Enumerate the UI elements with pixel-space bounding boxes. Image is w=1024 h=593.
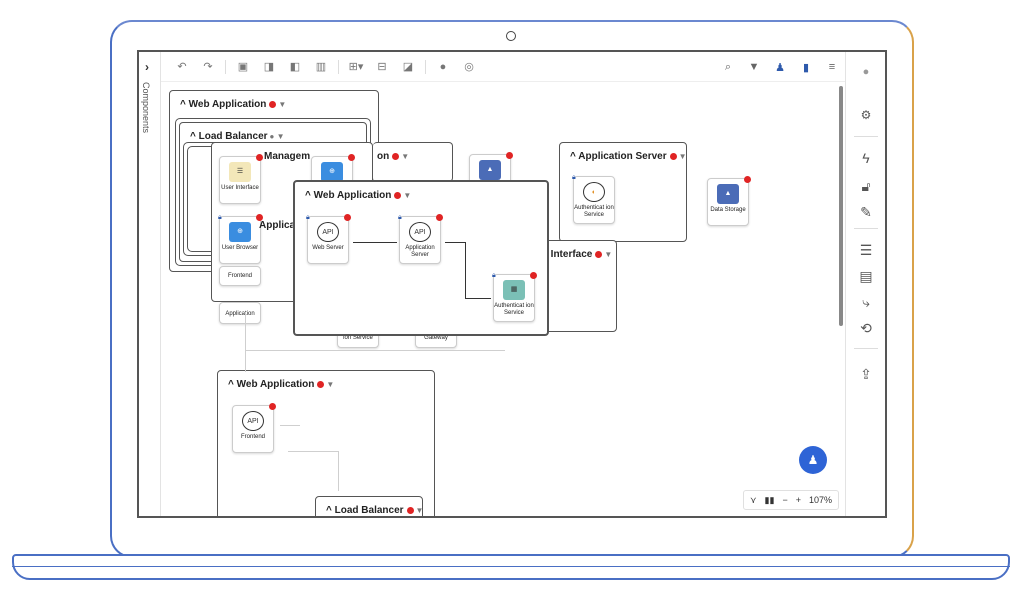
table-icon[interactable]: ▤ xyxy=(856,268,876,285)
edge xyxy=(353,242,397,243)
settings-icon[interactable]: ◎ xyxy=(460,60,478,73)
filter-icon[interactable]: ▼ xyxy=(745,61,763,73)
group-title: ^ Web Application ▼ xyxy=(305,190,412,201)
node-auth-service[interactable]: 🔒︎ ▦ Authenticat ion Service xyxy=(492,272,537,322)
group-title: ^ Application Server ▼ xyxy=(570,151,687,162)
list-icon: ☰ xyxy=(229,162,251,182)
avatar-icon[interactable]: ● xyxy=(856,66,876,78)
lightning-icon[interactable]: ϟ xyxy=(856,150,876,166)
components-panel: › Components xyxy=(139,52,161,516)
sidebar-divider xyxy=(854,136,878,137)
graph-icon[interactable]: ⋎ xyxy=(750,495,757,506)
group-title: on ▼ xyxy=(377,151,410,162)
duplicate-icon[interactable]: ◧ xyxy=(286,60,304,73)
search-icon[interactable]: ⌕ xyxy=(719,61,737,74)
group-icon[interactable]: ◪ xyxy=(399,60,417,73)
edge xyxy=(280,425,300,426)
edge xyxy=(245,312,246,372)
list-icon[interactable]: ☰ xyxy=(856,242,876,259)
toolbar: ↶ ↷ ▣ ◨ ◧ ▥ ⊞▾ ⊟ ◪ ● ◎ ⌕ ▼ ♟ ▮ ≡ xyxy=(161,52,845,82)
group-title: ^ Load Balancer ● ▼ xyxy=(190,131,285,142)
add-collaborator-button[interactable]: ♟ xyxy=(799,446,827,474)
edge xyxy=(445,242,465,243)
undo-icon[interactable]: ↶ xyxy=(173,60,191,73)
sliders-icon[interactable]: ⚙ xyxy=(856,108,876,122)
node-data-storage[interactable]: ▲ Data Storage xyxy=(707,176,751,226)
node-user-interface[interactable]: ☰ User Interface xyxy=(219,154,263,204)
node-frontend-lower[interactable]: API Frontend xyxy=(232,403,276,453)
menu-icon[interactable]: ≡ xyxy=(823,61,841,73)
database-icon: ▲ xyxy=(479,160,501,180)
link-icon[interactable]: ● xyxy=(434,61,452,73)
node-web-server[interactable]: 🔒︎ API Web Server xyxy=(306,214,351,264)
lock-icon[interactable]: 🔓︎ xyxy=(856,178,876,195)
app-screen: › Components ↶ ↷ ▣ ◨ ◧ ▥ ⊞▾ ⊟ ◪ ● ◎ ⌕ ▼ … xyxy=(137,50,887,518)
node-frontend[interactable]: Frontend xyxy=(219,266,261,286)
edge xyxy=(338,451,339,491)
group-title: r Interface ▼ xyxy=(544,249,613,260)
browser-icon: ⊕ xyxy=(321,162,343,182)
node-application-server[interactable]: 🔒︎ API Application Server xyxy=(398,214,443,264)
group-title: ^ Web Application ▼ xyxy=(180,99,287,110)
group-title: ^ Web Application ▼ xyxy=(228,379,335,390)
tool-icon[interactable]: ✎ xyxy=(856,204,876,221)
toolbar-divider xyxy=(338,59,339,74)
right-sidebar: ● ⚙ ϟ 🔓︎ ✎ ☰ ▤ ⤷ ⟲ ⇪ xyxy=(845,52,885,516)
group-user-interface[interactable]: r Interface ▼ xyxy=(541,240,617,332)
zoom-controls: ⋎ ▮▮ − + 107% xyxy=(742,490,839,510)
auth-icon: ◐ xyxy=(583,182,605,202)
align-icon[interactable]: ⊟ xyxy=(373,60,391,73)
components-label[interactable]: Components xyxy=(141,82,151,133)
delete-icon[interactable]: ▥ xyxy=(312,60,330,73)
api-icon: API xyxy=(242,411,264,431)
export-icon[interactable]: ⇪ xyxy=(856,366,876,383)
group-title: Managem xyxy=(264,151,311,162)
add-user-icon[interactable]: ♟ xyxy=(771,61,789,74)
api-icon: API xyxy=(317,222,339,242)
toolbar-right: ⌕ ▼ ♟ ▮ ≡ xyxy=(719,52,841,82)
auth-doc-icon: ▦ xyxy=(503,280,525,300)
group-web-application-lower[interactable]: ^ Web Application ▼ API Frontend xyxy=(217,370,435,516)
sidebar-divider xyxy=(854,228,878,229)
edge xyxy=(465,242,466,298)
group-web-application-front[interactable]: ^ Web Application ▼ 🔒︎ API Web Server 🔒︎ … xyxy=(293,180,549,336)
flow-icon[interactable]: ⤷ xyxy=(856,294,876,311)
map-icon[interactable]: ▮▮ xyxy=(765,495,775,506)
browser-icon: ⊕ xyxy=(229,222,251,242)
toolbar-divider xyxy=(225,59,226,74)
camera xyxy=(506,31,516,41)
diagram-canvas[interactable]: ^ Web Application ▼ ^ Load Balancer ● ▼ Ma… xyxy=(161,82,839,516)
layout-icon[interactable]: ⊞▾ xyxy=(347,60,365,73)
vertical-scrollbar[interactable] xyxy=(839,86,843,326)
sidebar-divider xyxy=(854,348,878,349)
paste-icon[interactable]: ◨ xyxy=(260,60,278,73)
api-icon: API xyxy=(409,222,431,242)
zoom-out-button[interactable]: − xyxy=(782,495,787,505)
expand-panel-icon[interactable]: › xyxy=(145,60,149,74)
copy-icon[interactable]: ▣ xyxy=(234,60,252,73)
edge xyxy=(245,350,505,351)
document-icon[interactable]: ▮ xyxy=(797,61,815,74)
laptop-base xyxy=(12,554,1010,580)
zoom-level[interactable]: 107% xyxy=(809,495,832,505)
redo-icon[interactable]: ↷ xyxy=(199,60,217,73)
group-load-balancer-bottom[interactable]: ^ Load Balancer ▼ xyxy=(315,496,423,516)
sync-icon[interactable]: ⟲ xyxy=(856,320,876,337)
node-user-browser[interactable]: 🔒︎ ⊕ User Browser xyxy=(218,214,263,264)
laptop-base-line xyxy=(12,566,1010,567)
database-icon: ▲ xyxy=(717,184,739,204)
group-title: ^ Load Balancer ▼ xyxy=(326,505,424,516)
toolbar-divider xyxy=(425,59,426,74)
node-auth-service-right[interactable]: 🔒︎ ◐ Authenticat ion Service xyxy=(572,174,615,224)
node-application[interactable]: Application xyxy=(219,302,261,324)
zoom-in-button[interactable]: + xyxy=(796,495,801,505)
group-partial-on[interactable]: on ▼ xyxy=(373,142,453,182)
edge xyxy=(465,298,491,299)
edge xyxy=(288,451,338,452)
